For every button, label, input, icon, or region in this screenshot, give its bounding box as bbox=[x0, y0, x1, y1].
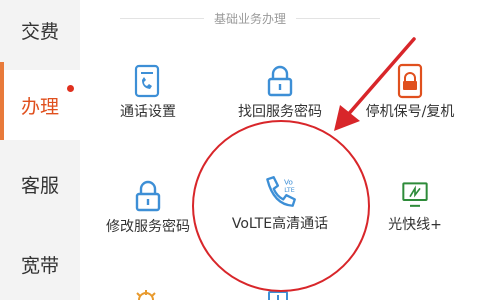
sun-icon bbox=[136, 290, 156, 300]
annotation-arrow-icon bbox=[334, 37, 416, 131]
sidebar-item-label: 交费 bbox=[20, 20, 59, 43]
sidebar-item-service[interactable]: 客服 bbox=[0, 154, 80, 214]
sidebar-item-label: 客服 bbox=[20, 174, 59, 197]
annotation-circle bbox=[192, 120, 370, 292]
tile-label: 通话设置 bbox=[120, 104, 176, 120]
tile-fiber-plus[interactable]: 光快线+ bbox=[350, 180, 480, 275]
lock-icon bbox=[135, 180, 161, 212]
sidebar-item-payment[interactable]: 交费 bbox=[0, 0, 80, 60]
tile-call-settings[interactable]: 通话设置 bbox=[83, 63, 213, 158]
lock-icon bbox=[267, 65, 293, 97]
sidebar: 交费 办理 客服 宽带 bbox=[0, 0, 80, 300]
phone-document-icon bbox=[134, 64, 160, 98]
active-indicator bbox=[0, 62, 4, 140]
monitor-icon bbox=[402, 182, 428, 207]
tile-label: 找回服务密码 bbox=[238, 104, 322, 120]
sidebar-item-handle[interactable]: 办理 bbox=[0, 70, 80, 140]
notification-dot bbox=[67, 85, 74, 92]
tile-label: 光快线+ bbox=[388, 217, 442, 233]
section-divider-right bbox=[296, 18, 380, 19]
section-title: 基础业务办理 bbox=[214, 12, 287, 26]
sidebar-item-label: 办理 bbox=[20, 95, 59, 118]
sidebar-item-broadband[interactable]: 宽带 bbox=[0, 234, 80, 294]
section-divider-left bbox=[120, 18, 204, 19]
sidebar-item-label: 宽带 bbox=[20, 254, 59, 277]
